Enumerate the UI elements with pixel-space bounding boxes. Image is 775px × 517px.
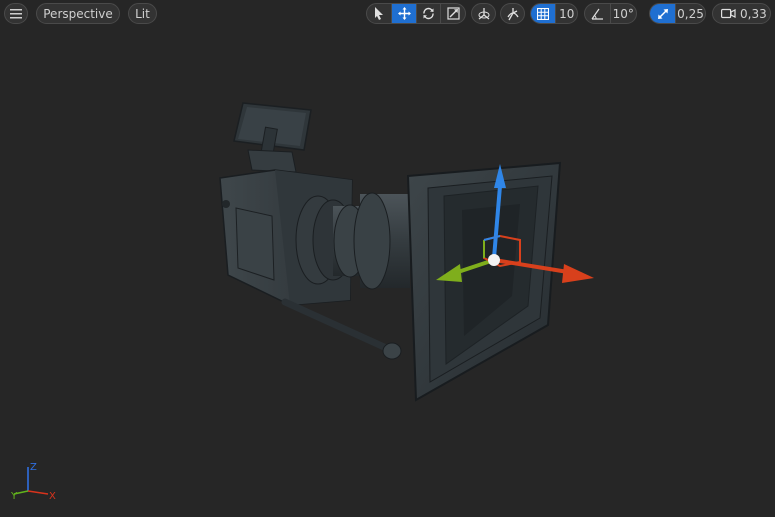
scale-snap-value[interactable]: 0,25 <box>675 4 705 23</box>
grid-snap-value[interactable]: 10 <box>555 4 577 23</box>
surface-snap-toggle[interactable] <box>500 3 525 24</box>
rotate-icon <box>423 7 434 20</box>
lighting-mode-label: Lit <box>135 6 150 21</box>
hamburger-icon <box>10 8 22 18</box>
camera-speed-value: 0,33 <box>740 6 767 21</box>
rotation-snap-value[interactable]: 10° <box>609 4 636 23</box>
camera-model[interactable] <box>219 102 562 402</box>
lighting-mode-dropdown[interactable]: Lit <box>128 3 157 24</box>
rotation-snap-group: 10° <box>584 3 637 24</box>
scale-mode-button[interactable] <box>440 4 465 23</box>
grid-snap-group: 10 <box>530 3 578 24</box>
cursor-icon <box>375 7 384 20</box>
level-viewport[interactable]: Perspective Lit 10 10° 0,25 0,33 Z X Y <box>0 0 775 517</box>
surface-snap-icon <box>506 7 519 20</box>
scene-render[interactable] <box>0 0 775 517</box>
rotation-snap-toggle[interactable] <box>585 4 610 23</box>
scale-icon <box>447 7 460 20</box>
gizmo-x-arrowhead[interactable] <box>562 264 594 283</box>
rotate-mode-button[interactable] <box>415 4 441 23</box>
world-icon <box>478 7 489 20</box>
camera-icon <box>721 8 736 19</box>
grid-icon <box>537 7 550 20</box>
view-mode-label: Perspective <box>43 6 113 21</box>
scale-snap-group: 0,25 <box>649 3 706 24</box>
angle-icon <box>591 8 603 20</box>
axis-x-label: X <box>49 491 56 502</box>
axis-z-label: Z <box>30 462 37 473</box>
move-arrows-icon <box>397 7 411 20</box>
select-mode-button[interactable] <box>367 4 391 23</box>
viewport-menu-button[interactable] <box>4 3 28 24</box>
translate-mode-button[interactable] <box>391 4 416 23</box>
grid-snap-toggle[interactable] <box>531 4 556 23</box>
camera-speed-button[interactable]: 0,33 <box>712 3 771 24</box>
view-mode-dropdown[interactable]: Perspective <box>36 3 120 24</box>
axis-y-label: Y <box>10 491 18 502</box>
transform-tools-group <box>366 3 466 24</box>
scale-snap-icon <box>657 8 668 19</box>
axis-indicator: Z X Y <box>10 462 56 502</box>
world-local-toggle[interactable] <box>471 3 496 24</box>
scale-snap-toggle[interactable] <box>650 4 675 23</box>
gizmo-center[interactable] <box>488 254 500 266</box>
